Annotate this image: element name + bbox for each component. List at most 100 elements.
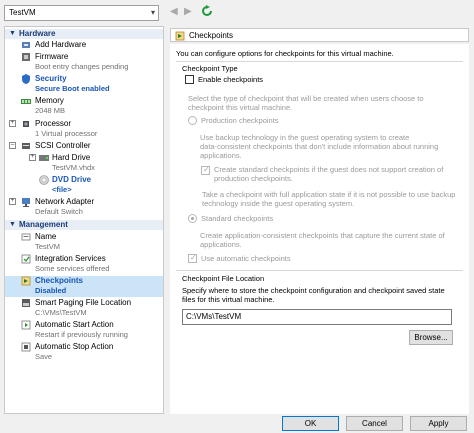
checkpoints-icon (21, 276, 31, 286)
name-icon (21, 232, 31, 242)
production-desc-line3: applications. (200, 151, 242, 160)
shield-icon (21, 74, 31, 84)
production-checkpoints-label: Production checkpoints (201, 116, 279, 125)
automatic-start-action-detail: Restart if previously running (35, 330, 128, 339)
dvd-drive-icon (39, 175, 49, 185)
standard-checkpoints-label: Standard checkpoints (201, 214, 274, 223)
checkpoint-location-input[interactable]: C:\VMs\TestVM (182, 309, 452, 325)
hard-drive-icon (39, 153, 49, 163)
tree-item-hard-drive[interactable]: + Hard Drive TestVM.vhdx (5, 153, 163, 174)
tree-item-security[interactable]: Security Secure Boot enabled (5, 74, 163, 95)
toolbar: TestVM ▾ ◀ ▶ (0, 0, 474, 26)
checkpoint-location-label: Checkpoint File Location (182, 274, 265, 283)
settings-tree: ▼ Hardware Add Hardware Firmware Boot en… (4, 26, 164, 414)
checkmark-icon: ✓ (190, 253, 197, 262)
scsi-controller-icon (21, 141, 31, 151)
automatic-checkpoints-checkbox[interactable]: ✓ (188, 253, 197, 263)
radio-selected-dot (191, 217, 194, 220)
intro-text: You can configure options for checkpoint… (176, 49, 394, 58)
name-label: Name (35, 232, 57, 241)
tree-item-dvd-drive[interactable]: DVD Drive <file> (5, 175, 163, 196)
tree-item-scsi-controller[interactable]: – SCSI Controller (5, 141, 163, 152)
location-desc-line2: files for this virtual machine. (182, 295, 275, 304)
collapse-icon: ▼ (9, 30, 16, 37)
location-desc-line1: Specify where to store the checkpoint co… (182, 286, 445, 295)
apply-button[interactable]: Apply (410, 416, 467, 431)
add-hardware-label: Add Hardware (35, 40, 87, 49)
processor-label: Processor (35, 119, 72, 128)
browse-button[interactable]: Browse... (409, 330, 453, 345)
integration-services-icon (21, 254, 31, 264)
memory-icon (21, 96, 31, 106)
checkpoint-type-label: Checkpoint Type (182, 64, 238, 73)
hardware-header-label: Hardware (19, 29, 56, 38)
chevron-down-icon: ▾ (150, 8, 155, 17)
firmware-label: Firmware (35, 52, 69, 61)
tree-item-add-hardware[interactable]: Add Hardware (5, 40, 163, 51)
smart-paging-icon (21, 298, 31, 308)
firmware-icon (21, 52, 31, 62)
vm-selector-dropdown[interactable]: TestVM ▾ (4, 5, 159, 21)
fallback-text-line1: Create standard checkpoints if the guest… (214, 165, 444, 174)
integration-services-detail: Some services offered (35, 264, 110, 273)
name-detail: TestVM (35, 242, 61, 251)
checkpoints-icon (175, 31, 185, 41)
ok-button[interactable]: OK (282, 416, 339, 431)
automatic-checkpoints-label: Use automatic checkpoints (201, 254, 291, 263)
expand-icon[interactable]: + (29, 154, 36, 161)
select-type-text-line2: checkpoint this virtual machine. (188, 103, 293, 112)
checkpoint-location-value: C:\VMs\TestVM (186, 312, 242, 321)
vm-selector-value: TestVM (9, 8, 36, 17)
hard-drive-label: Hard Drive (52, 153, 91, 162)
tree-item-automatic-stop-action[interactable]: Automatic Stop Action Save (5, 342, 163, 363)
tree-item-smart-paging[interactable]: Smart Paging File Location C:\VMs\TestVM (5, 298, 163, 319)
firmware-detail: Boot entry changes pending (35, 62, 129, 71)
tree-item-integration-services[interactable]: Integration Services Some services offer… (5, 254, 163, 275)
pane-title: Checkpoints (189, 31, 234, 40)
management-header-label: Management (19, 220, 68, 229)
checkpoints-settings-pane: Checkpoints You can configure options fo… (168, 26, 471, 414)
standard-desc-line2: applications. (200, 240, 242, 249)
start-action-icon (21, 320, 31, 330)
tree-item-automatic-start-action[interactable]: Automatic Start Action Restart if previo… (5, 320, 163, 341)
dialog-button-bar: OK Cancel Apply (0, 414, 474, 433)
standard-checkpoints-radio[interactable] (188, 214, 197, 223)
automatic-stop-action-label: Automatic Stop Action (35, 342, 114, 351)
checkmark-icon: ✓ (203, 165, 210, 174)
hard-drive-detail: TestVM.vhdx (52, 163, 95, 172)
back-arrow-icon[interactable]: ◀ (170, 6, 178, 18)
dvd-drive-detail: <file> (52, 185, 72, 194)
checkpoints-label: Checkpoints (35, 276, 84, 285)
add-hardware-icon (21, 40, 31, 50)
automatic-stop-action-detail: Save (35, 352, 53, 361)
production-checkpoints-radio[interactable] (188, 116, 197, 125)
expand-icon[interactable]: + (9, 120, 16, 127)
network-adapter-label: Network Adapter (35, 197, 95, 206)
tree-item-firmware[interactable]: Firmware Boot entry changes pending (5, 52, 163, 73)
processor-detail: 1 Virtual processor (35, 129, 98, 138)
expand-icon[interactable]: + (9, 198, 16, 205)
processor-icon (21, 119, 31, 129)
smart-paging-label: Smart Paging File Location (35, 298, 132, 307)
separator (176, 270, 463, 271)
smart-paging-detail: C:\VMs\TestVM (35, 308, 87, 317)
dvd-drive-label: DVD Drive (52, 175, 92, 184)
tree-item-checkpoints[interactable]: Checkpoints Disabled (5, 276, 163, 297)
select-type-text-line1: Select the type of checkpoint that will … (188, 94, 424, 103)
management-section-header[interactable]: ▼ Management (5, 220, 163, 230)
tree-item-memory[interactable]: Memory 2048 MB (5, 96, 163, 117)
tree-item-processor[interactable]: + Processor 1 Virtual processor (5, 119, 163, 140)
fallback-standard-checkbox[interactable]: ✓ (201, 165, 210, 175)
tree-item-network-adapter[interactable]: + Network Adapter Default Switch (5, 197, 163, 218)
forward-arrow-icon[interactable]: ▶ (184, 6, 192, 18)
hardware-section-header[interactable]: ▼ Hardware (5, 29, 163, 39)
standard-desc-line1: Create application-consistent checkpoint… (200, 231, 445, 240)
collapse-icon: ▼ (9, 221, 16, 228)
refresh-icon[interactable] (201, 5, 213, 17)
enable-checkpoints-label: Enable checkpoints (198, 75, 264, 84)
tree-item-name[interactable]: Name TestVM (5, 232, 163, 253)
network-adapter-detail: Default Switch (35, 207, 83, 216)
enable-checkpoints-checkbox[interactable] (185, 75, 194, 84)
cancel-button[interactable]: Cancel (346, 416, 403, 431)
collapse-icon[interactable]: – (9, 142, 16, 149)
